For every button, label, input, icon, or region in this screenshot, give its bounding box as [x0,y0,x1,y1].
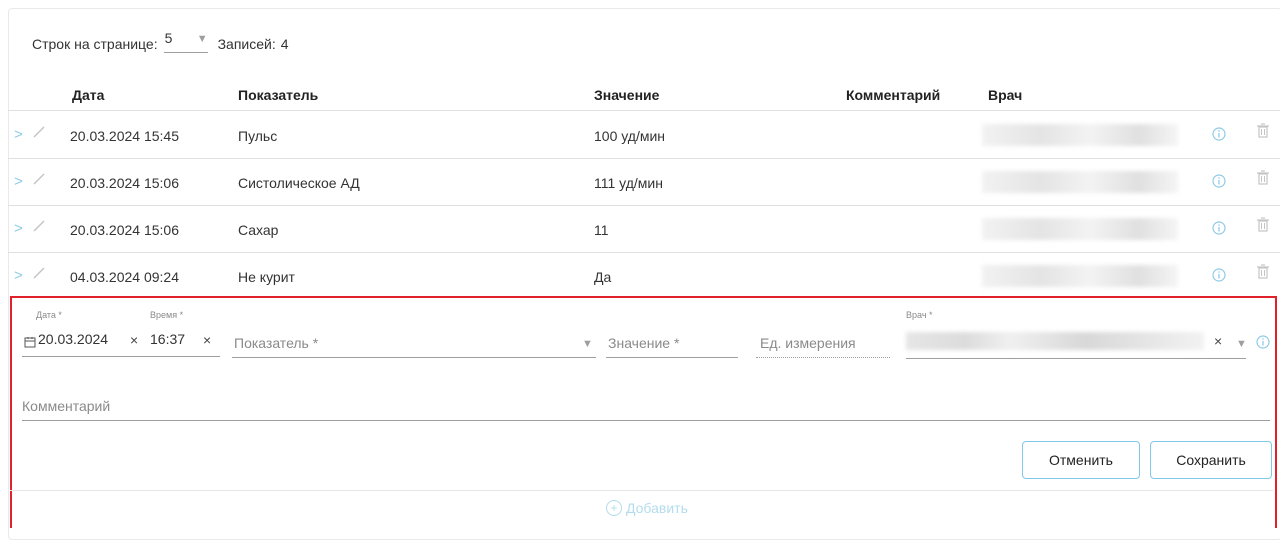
doctor-underline [906,358,1246,359]
table-header: Дата Показатель Значение Комментарий Вра… [8,76,1280,111]
header-indicator: Показатель [238,87,319,103]
expand-chevron-icon[interactable]: > [14,173,23,190]
trash-icon[interactable] [1256,170,1270,186]
row-indicator: Пульс [238,128,278,144]
date-input[interactable]: 20.03.2024 [38,331,108,347]
value-underline [606,357,738,358]
chevron-down-icon[interactable]: ▼ [1236,338,1247,350]
clear-date-icon[interactable]: × [130,332,138,348]
pencil-icon[interactable] [32,125,46,139]
info-icon[interactable] [1212,268,1226,282]
clear-doctor-icon[interactable]: × [1214,333,1222,349]
row-value: Да [594,269,612,285]
table-row: > 20.03.2024 15:06 Систолическое АД 111 … [8,159,1280,206]
info-icon[interactable] [1256,335,1270,349]
rows-per-page-label: Строк на странице: [32,36,158,52]
add-button[interactable]: + Добавить [606,500,688,516]
expand-chevron-icon[interactable]: > [14,220,23,237]
value-input[interactable]: Значение * [608,335,679,351]
trash-icon[interactable] [1256,123,1270,139]
indicator-select[interactable]: Показатель * [234,335,318,351]
pencil-icon[interactable] [32,172,46,186]
cancel-button[interactable]: Отменить [1022,441,1140,479]
trash-icon[interactable] [1256,217,1270,233]
comment-input[interactable]: Комментарий [22,398,110,414]
records-count: 4 [280,36,289,52]
time-input[interactable]: 16:37 [150,331,185,347]
expand-chevron-icon[interactable]: > [14,267,23,284]
chevron-down-icon: ▼ [196,32,208,45]
info-icon[interactable] [1212,127,1226,141]
pencil-icon[interactable] [32,219,46,233]
chevron-down-icon[interactable]: ▼ [582,338,593,350]
table-row: > 04.03.2024 09:24 Не курит Да [8,253,1280,299]
row-date: 20.03.2024 15:45 [70,128,179,144]
expand-chevron-icon[interactable]: > [14,126,23,143]
row-date: 20.03.2024 15:06 [70,222,179,238]
row-date: 20.03.2024 15:06 [70,175,179,191]
row-date: 04.03.2024 09:24 [70,269,179,285]
divider [10,490,1273,491]
header-doctor: Врач [988,87,1023,103]
row-indicator: Не курит [238,269,295,285]
records-label: Записей: [217,36,276,52]
info-icon[interactable] [1212,221,1226,235]
clear-time-icon[interactable]: × [203,332,211,348]
calendar-icon[interactable] [24,336,36,348]
row-value: 100 уд/мин [594,128,666,144]
date-time-underline [22,356,220,357]
doctor-name-redacted [982,124,1178,146]
row-indicator: Сахар [238,222,279,238]
table-row: > 20.03.2024 15:06 Сахар 11 [8,206,1280,253]
doctor-name-redacted [982,171,1178,193]
header-date: Дата [72,87,105,103]
rows-per-page-select[interactable]: 5 ▼ [163,29,208,53]
save-button[interactable]: Сохранить [1150,441,1272,479]
header-value: Значение [594,87,660,103]
unit-underline [756,357,890,358]
header-comment: Комментарий [846,87,941,103]
table-row: > 20.03.2024 15:45 Пульс 100 уд/мин [8,112,1280,159]
rows-per-page-value: 5 [164,29,173,46]
add-button-label: Добавить [626,500,688,516]
row-value: 111 уд/мин [594,175,663,191]
doctor-name-redacted [982,265,1178,287]
pagination-toolbar: Строк на странице: 5 ▼ Записей: 4 [32,30,289,58]
new-record-form [10,296,1277,528]
doctor-field-label: Врач * [906,310,933,320]
info-icon[interactable] [1212,174,1226,188]
row-indicator: Систолическое АД [238,175,360,191]
doctor-name-redacted [982,218,1178,240]
comment-underline [22,420,1270,421]
trash-icon[interactable] [1256,264,1270,280]
plus-circle-icon: + [606,500,622,516]
row-value: 11 [594,222,609,238]
unit-field: Ед. измерения [760,335,856,351]
doctor-name-redacted [906,332,1204,350]
pencil-icon[interactable] [32,266,46,280]
indicator-underline [232,357,596,358]
time-field-label: Время * [150,310,184,320]
date-field-label: Дата * [36,310,62,320]
